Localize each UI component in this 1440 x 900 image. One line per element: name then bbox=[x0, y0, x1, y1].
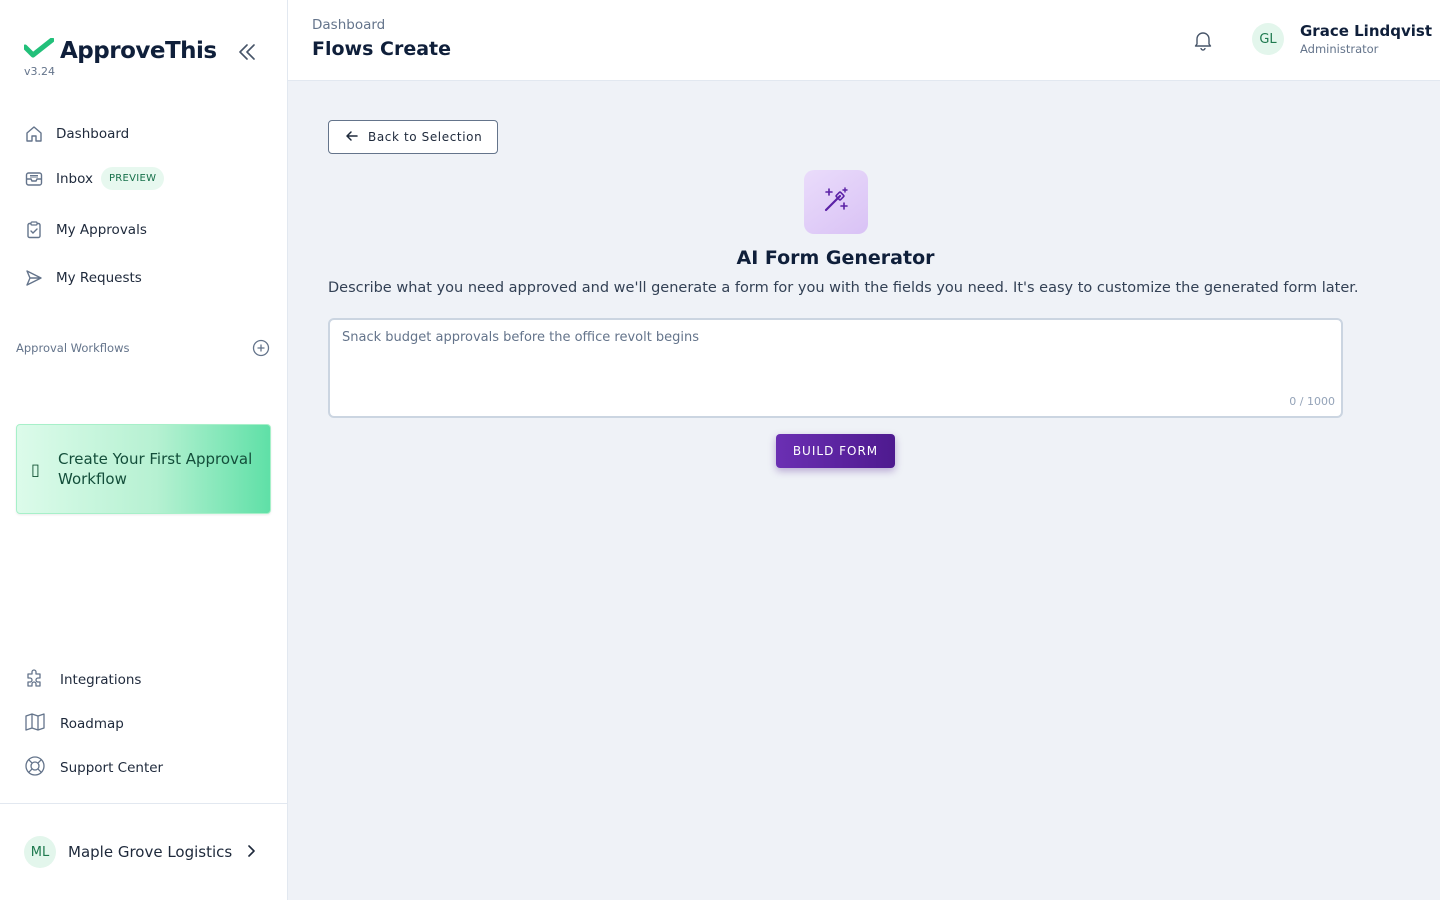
sidebar-item-label: Inbox bbox=[56, 170, 93, 187]
generator-description: Describe what you need approved and we'l… bbox=[328, 280, 1359, 296]
sidebar-item-label: Dashboard bbox=[56, 126, 130, 142]
collapse-sidebar-button[interactable] bbox=[236, 41, 258, 63]
map-icon bbox=[24, 711, 46, 737]
logo-check-icon bbox=[22, 37, 55, 64]
create-first-workflow-label: Create Your First Approval Workflow bbox=[58, 450, 253, 488]
org-avatar: ML bbox=[24, 836, 56, 868]
puzzle-icon bbox=[24, 667, 46, 693]
clipboard-check-icon bbox=[24, 220, 44, 240]
preview-badge: PREVIEW bbox=[100, 167, 165, 190]
notifications-button[interactable] bbox=[1192, 29, 1214, 51]
approval-workflows-heading: Approval Workflows bbox=[16, 341, 130, 355]
character-counter: 0 / 1000 bbox=[1289, 395, 1335, 408]
divider bbox=[0, 803, 287, 804]
sidebar-item-label: Roadmap bbox=[60, 716, 124, 732]
top-header: Dashboard Flows Create GL Grace Lindqvis… bbox=[288, 0, 1440, 81]
breadcrumb-dashboard[interactable]: Dashboard bbox=[312, 17, 385, 33]
user-menu[interactable]: GL Grace Lindqvist Administrator bbox=[1252, 22, 1432, 56]
workflow-icon: ▯ bbox=[31, 459, 40, 479]
brand[interactable]: ApproveThis bbox=[22, 37, 217, 64]
organization-switcher[interactable]: ML Maple Grove Logistics bbox=[24, 836, 264, 868]
generator-title: AI Form Generator bbox=[736, 247, 935, 269]
plus-circle-icon bbox=[252, 339, 270, 357]
sidebar-item-support-center[interactable]: Support Center bbox=[24, 755, 163, 781]
create-first-workflow-button[interactable]: ▯ Create Your First Approval Workflow bbox=[16, 424, 271, 514]
prompt-field[interactable]: 0 / 1000 bbox=[328, 318, 1343, 418]
org-name: Maple Grove Logistics bbox=[68, 843, 233, 861]
prompt-textarea[interactable] bbox=[342, 330, 1327, 390]
user-avatar: GL bbox=[1252, 23, 1284, 55]
magic-wand-icon bbox=[821, 185, 851, 219]
sidebar-item-integrations[interactable]: Integrations bbox=[24, 667, 141, 693]
user-role: Administrator bbox=[1300, 42, 1379, 56]
sidebar-item-inbox[interactable]: Inbox PREVIEW bbox=[24, 167, 165, 190]
sidebar: ApproveThis v3.24 Dashboard Inbox PREVIE… bbox=[0, 0, 288, 900]
back-to-selection-label: Back to Selection bbox=[368, 130, 483, 144]
chevron-right-icon bbox=[244, 843, 258, 862]
version-label: v3.24 bbox=[24, 65, 56, 78]
send-icon bbox=[24, 268, 44, 288]
lifebuoy-icon bbox=[24, 755, 46, 781]
sidebar-item-my-requests[interactable]: My Requests bbox=[24, 268, 142, 288]
home-icon bbox=[24, 124, 44, 144]
ai-generator-tile bbox=[804, 170, 868, 234]
add-workflow-button[interactable] bbox=[252, 339, 270, 357]
sidebar-item-my-approvals[interactable]: My Approvals bbox=[24, 220, 147, 240]
back-to-selection-button[interactable]: Back to Selection bbox=[328, 120, 498, 154]
sidebar-item-dashboard[interactable]: Dashboard bbox=[24, 124, 129, 144]
brand-name: ApproveThis bbox=[60, 38, 217, 64]
sidebar-item-label: Support Center bbox=[60, 760, 164, 776]
page-title: Flows Create bbox=[312, 38, 452, 60]
chevrons-left-icon bbox=[239, 44, 255, 60]
sidebar-item-label: My Approvals bbox=[56, 222, 147, 238]
bell-icon bbox=[1194, 32, 1212, 51]
sidebar-item-label: Integrations bbox=[60, 672, 142, 688]
build-form-button[interactable]: BUILD FORM bbox=[776, 434, 895, 468]
sidebar-item-roadmap[interactable]: Roadmap bbox=[24, 711, 124, 737]
inbox-icon bbox=[24, 169, 44, 189]
sidebar-item-label: My Requests bbox=[56, 270, 142, 286]
user-name: Grace Lindqvist bbox=[1300, 22, 1432, 40]
arrow-left-icon bbox=[345, 128, 359, 147]
